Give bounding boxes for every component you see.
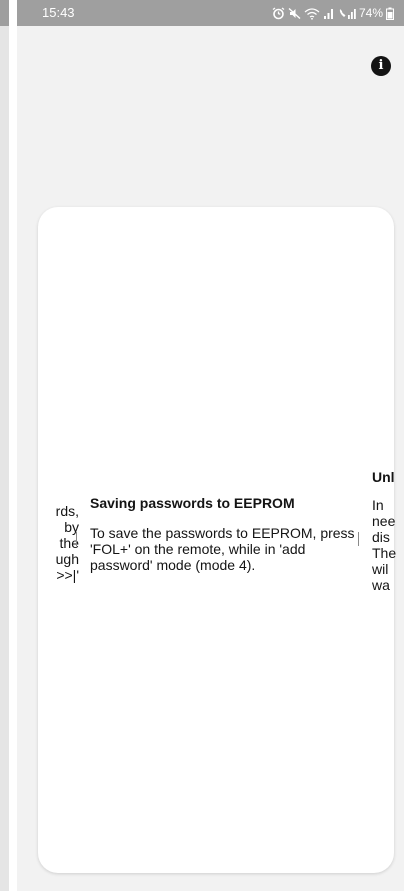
call-signal-icon (338, 7, 356, 20)
prev-slide-line: by (64, 519, 79, 535)
left-edge-strip (0, 0, 9, 891)
carousel-slide-next[interactable]: Unl In nee dis The wil wa (372, 469, 404, 593)
next-slide-line: dis (372, 529, 390, 545)
signal-icon (323, 7, 335, 20)
app-screen: 15:43 74% i rds, by the ugh >>|' Saving … (17, 0, 404, 891)
status-time: 15:43 (42, 5, 75, 20)
carousel-slide-previous[interactable]: rds, by the ugh >>|' (35, 503, 79, 583)
next-slide-line: wil (372, 561, 389, 577)
slide-divider-left (76, 532, 77, 546)
prev-slide-line: ugh (55, 551, 79, 567)
status-bar: 15:43 74% (17, 0, 404, 26)
prev-slide-line: rds, (55, 503, 79, 519)
status-icons: 74% (272, 4, 394, 22)
battery-icon (386, 7, 394, 20)
prev-slide-line: >>|' (56, 567, 79, 583)
left-edge-status-strip (0, 0, 9, 26)
info-button[interactable]: i (371, 56, 391, 76)
next-slide-line: nee (372, 513, 396, 529)
next-slide-line: The (372, 545, 397, 561)
alarm-icon (272, 6, 285, 20)
mute-icon (288, 7, 301, 20)
info-icon: i (378, 58, 384, 73)
slide-divider-right (358, 532, 359, 546)
next-slide-line: wa (372, 577, 390, 593)
next-slide-title: Unl (372, 469, 395, 485)
slide-body: To save the passwords to EEPROM, press '… (90, 525, 355, 573)
wifi-icon (304, 7, 320, 20)
battery-level: 74% (358, 6, 383, 20)
carousel-slide-current[interactable]: Saving passwords to EEPROM To save the p… (90, 495, 360, 573)
slide-title: Saving passwords to EEPROM (90, 495, 295, 511)
prev-slide-line: the (59, 535, 79, 551)
next-slide-line: In (372, 497, 384, 513)
